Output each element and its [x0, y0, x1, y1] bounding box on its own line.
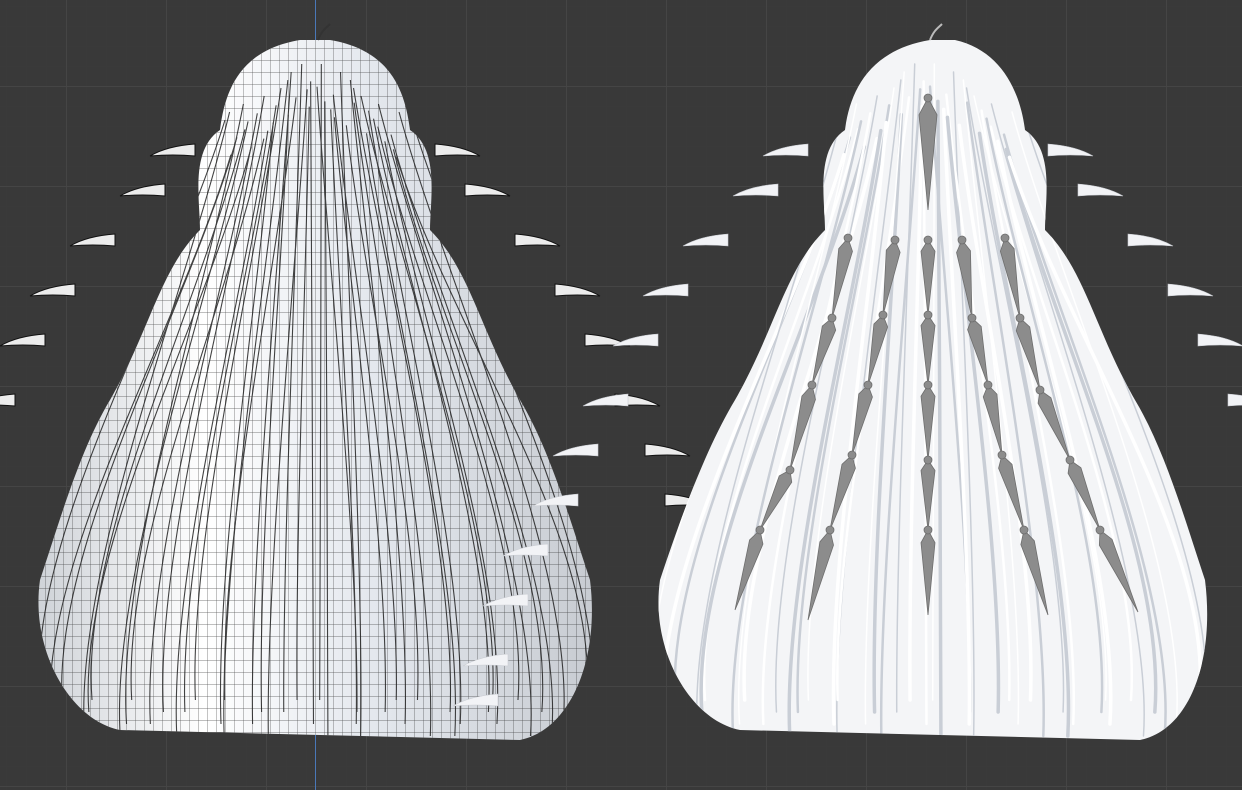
hair-tip-spike — [644, 443, 691, 457]
hair-tip-spike — [434, 143, 481, 157]
hair-tip-spike — [732, 183, 779, 197]
bone-joint — [847, 450, 857, 460]
hair-tip-spike — [682, 233, 729, 247]
bone-joint — [923, 525, 933, 535]
viewport-scene[interactable] — [0, 0, 1242, 790]
bone-joint — [923, 455, 933, 465]
bone-joint — [1000, 233, 1010, 243]
bone-joint — [843, 233, 853, 243]
bone-joint — [1019, 525, 1029, 535]
hair-tip-spike — [119, 183, 166, 197]
hair-tip-spike — [149, 143, 196, 157]
hair-tip-spike — [1047, 143, 1094, 157]
hair-tip-spike — [1227, 393, 1242, 407]
bone-joint — [878, 310, 888, 320]
ahoge-strand-rendered — [929, 23, 943, 41]
bone-joint — [967, 313, 977, 323]
bone-joint — [1065, 455, 1075, 465]
bone-joint — [923, 380, 933, 390]
bone-joint — [807, 380, 817, 390]
bone-joint — [997, 450, 1007, 460]
bone-joint — [825, 525, 835, 535]
hair-tip-spike — [514, 233, 561, 247]
bone-joint — [923, 235, 933, 245]
bone-joint — [957, 235, 967, 245]
hair-tip-spike — [762, 143, 809, 157]
hair-tip-spike — [1077, 183, 1124, 197]
bone-joint — [1015, 313, 1025, 323]
hair-tip-spike — [552, 443, 599, 457]
hair-tip-spike — [1127, 233, 1174, 247]
hair-tip-spike — [554, 283, 601, 297]
hair-tip-spike — [1167, 283, 1214, 297]
bone-joint — [1095, 525, 1105, 535]
hair-tip-spike — [69, 233, 116, 247]
hair-tip-spike — [582, 393, 629, 407]
bone-joint — [890, 235, 900, 245]
hair-tip-spike — [29, 283, 76, 297]
bone-joint — [983, 380, 993, 390]
bone-joint — [827, 313, 837, 323]
hair-tip-spike — [612, 333, 659, 347]
hair-tip-spike — [0, 333, 46, 347]
bone-joint — [923, 310, 933, 320]
hair-tip-spike — [1197, 333, 1242, 347]
hair-tip-spike — [642, 283, 689, 297]
bone-joint — [755, 525, 765, 535]
ahoge-strand — [317, 23, 331, 41]
bone-joint — [923, 93, 933, 103]
bone-joint — [863, 380, 873, 390]
hair-tip-spike — [0, 393, 16, 407]
bone-joint — [1035, 385, 1045, 395]
hair-tip-spike — [464, 183, 511, 197]
bone-joint — [785, 465, 795, 475]
3d-viewport[interactable] — [0, 0, 1242, 790]
